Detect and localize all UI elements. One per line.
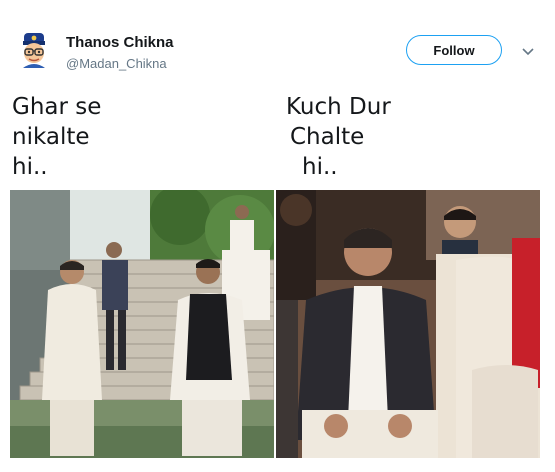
user-handle[interactable]: @Madan_Chikna [66,56,167,71]
right-caption-line-2: Chalte [290,124,365,150]
user-avatar[interactable] [14,30,54,70]
follow-button[interactable]: Follow [406,35,502,65]
left-caption-line-1: Ghar se [12,94,102,120]
user-display-name[interactable]: Thanos Chikna [66,34,174,51]
indoor-seated-photo [276,190,540,458]
chevron-down-icon [522,48,534,56]
left-caption-line-3: hi.. [12,154,48,180]
tweet-menu-button[interactable] [522,44,534,56]
right-caption-line-1: Kuch Dur [286,94,391,120]
right-photo[interactable] [276,190,540,458]
cartoon-avatar-icon [15,31,53,69]
outdoor-steps-photo [10,190,274,458]
left-photo[interactable] [10,190,274,458]
right-caption-line-3: hi.. [302,154,338,180]
tweet-header: Thanos Chikna @Madan_Chikna Follow [0,0,555,90]
left-caption-line-2: nikalte [12,124,90,150]
